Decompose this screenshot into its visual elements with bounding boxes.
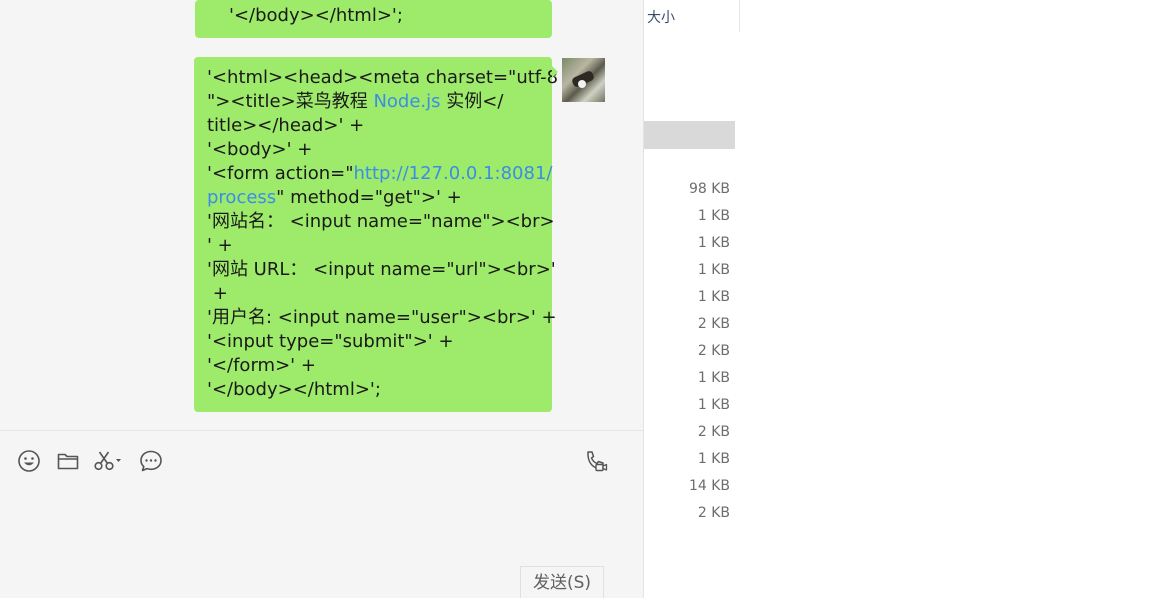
- message-text: '<html><head><meta charset="utf-8: [207, 67, 559, 88]
- file-size-cell: 1 KB: [697, 397, 730, 413]
- message-link[interactable]: process: [207, 187, 276, 208]
- message-line: process" method="get">' +: [207, 186, 544, 210]
- file-size-cell: 98 KB: [688, 181, 730, 197]
- size-column: 98 KB 1 KB 1 KB 1 KB 1 KB 2 KB 2 KB 1 KB 1 KB 2 K…: [644, 176, 730, 527]
- message-line: '<input type="submit">' +: [207, 330, 544, 354]
- message-line: '<body>' +: [207, 138, 544, 162]
- file-size-cell: 2 KB: [697, 424, 730, 440]
- message-text: '用户名: <input name="user"><br>' +: [207, 307, 557, 328]
- file-size-cell: 1 KB: [697, 262, 730, 278]
- file-size-cell: 1 KB: [697, 451, 730, 467]
- file-size-cell: 1 KB: [697, 208, 730, 224]
- message-text: ' +: [207, 235, 233, 256]
- file-size-cell: 2 KB: [697, 505, 730, 521]
- message-line: '网站 URL： <input name="url"><br>': [207, 258, 556, 282]
- emoji-icon[interactable]: [17, 449, 41, 473]
- message-text: " method="get">' +: [276, 187, 462, 208]
- message-text: title></head>' +: [207, 115, 365, 136]
- message-text: '<body>' +: [207, 139, 313, 160]
- message-text: '网站名： <input name="name"><br>: [207, 211, 555, 232]
- message-line: '<html><head><meta charset="utf-8: [207, 66, 558, 90]
- size-column-header[interactable]: 大小: [647, 7, 675, 27]
- message-line: +: [207, 282, 544, 306]
- message-text: '<form action=": [207, 163, 354, 184]
- message-line: '</body></html>';: [207, 378, 544, 402]
- chat-bubble-icon[interactable]: [139, 449, 163, 473]
- message-text: +: [207, 283, 228, 304]
- video-call-icon[interactable]: [584, 449, 608, 473]
- message-line: '</body></html>';: [229, 5, 403, 26]
- previous-message-bubble[interactable]: '</body></html>';: [195, 0, 552, 38]
- file-size-cell: 1 KB: [697, 370, 730, 386]
- scissors-icon[interactable]: [93, 449, 123, 473]
- file-size-cell: 2 KB: [697, 316, 730, 332]
- message-bubble[interactable]: '<html><head><meta charset="utf-8 "><titl…: [194, 57, 558, 412]
- message-line: '</form>' +: [207, 354, 544, 378]
- input-divider: [0, 430, 643, 431]
- message-line: '<form action="http://127.0.0.1:8081/: [207, 162, 552, 186]
- message-line: ' +: [207, 234, 544, 258]
- send-button[interactable]: 发送(S): [520, 566, 604, 598]
- message-line: '用户名: <input name="user"><br>' +: [207, 306, 557, 330]
- message-text: "><title>菜鸟教程: [207, 91, 374, 112]
- folder-icon[interactable]: [56, 449, 80, 473]
- message-text: '</body></html>';: [207, 379, 381, 400]
- file-size-cell: 1 KB: [697, 289, 730, 305]
- file-size-cell: 14 KB: [688, 478, 730, 494]
- message-line: "><title>菜鸟教程 Node.js 实例</: [207, 90, 544, 114]
- message-text: '<input type="submit">' +: [207, 331, 454, 352]
- selected-file-row[interactable]: [644, 121, 735, 149]
- file-size-cell: 1 KB: [697, 235, 730, 251]
- avatar[interactable]: [562, 58, 605, 102]
- column-separator[interactable]: [739, 0, 740, 32]
- message-line: '网站名： <input name="name"><br>: [207, 210, 555, 234]
- message-text: '网站 URL： <input name="url"><br>': [207, 259, 556, 280]
- chat-panel: '</body></html>'; '<html><head><meta cha…: [0, 0, 643, 598]
- message-line: title></head>' +: [207, 114, 544, 138]
- message-link[interactable]: Node.js: [373, 91, 440, 112]
- message-text: 实例</: [440, 91, 504, 112]
- message-text: '</form>' +: [207, 355, 316, 376]
- file-size-cell: 2 KB: [697, 343, 730, 359]
- message-link[interactable]: http://127.0.0.1:8081/: [354, 163, 553, 184]
- bubble-tail: [552, 66, 558, 78]
